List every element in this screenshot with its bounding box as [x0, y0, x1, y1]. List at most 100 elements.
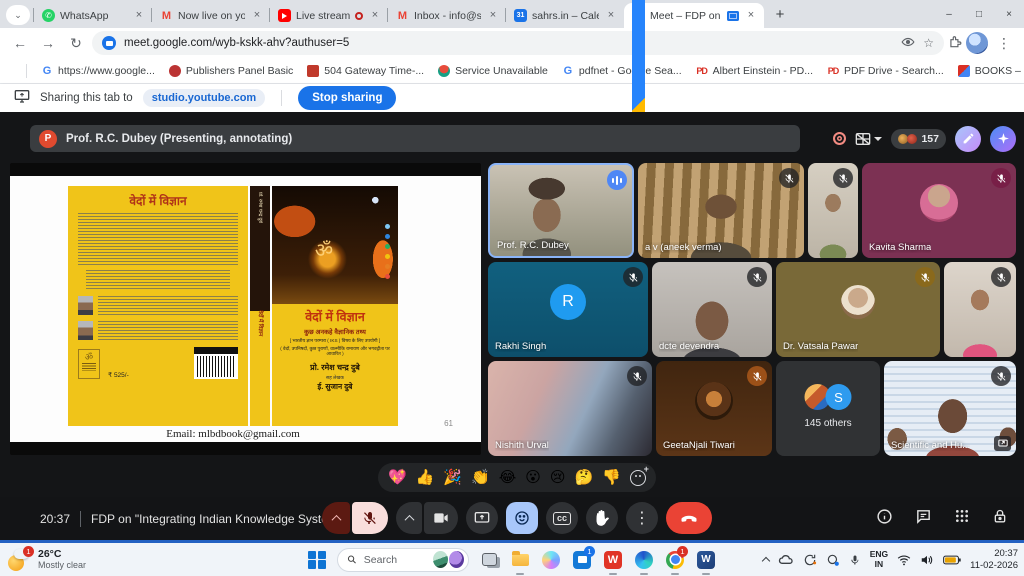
tray-overflow-chevron[interactable]	[763, 555, 769, 564]
tile-scientific-and-hu[interactable]: Scientific and Hu...	[884, 361, 1016, 456]
camera-button[interactable]	[424, 502, 458, 534]
tab-calendar[interactable]: 31 sahrs.in – Calendar - Wedn ×	[506, 3, 624, 28]
language-indicator[interactable]: ENG IN	[870, 550, 888, 569]
bookmark-504[interactable]: 504 Gateway Time-...	[307, 65, 424, 77]
task-view-button[interactable]	[478, 549, 500, 571]
tab-meet-active[interactable]: Meet – FDP on "Integr ×	[624, 3, 764, 28]
reaction-heart[interactable]: 💖	[388, 470, 407, 485]
onedrive-icon[interactable]	[778, 554, 794, 566]
annotate-pen-button[interactable]	[955, 126, 981, 152]
close-window-button[interactable]: ×	[994, 9, 1024, 20]
mic-off-button[interactable]	[352, 502, 388, 534]
profile-avatar[interactable]	[966, 32, 988, 54]
bookmark-google[interactable]: Ghttps://www.google...	[41, 65, 155, 77]
url-field[interactable]: meet.google.com/wyb-kskk-ahv?authuser=5 …	[92, 31, 944, 55]
raise-hand-button[interactable]: ✋	[586, 502, 618, 534]
site-icon	[169, 65, 181, 77]
stop-sharing-button[interactable]: Stop sharing	[298, 86, 396, 110]
word-button[interactable]: W	[695, 549, 717, 571]
bookmark-einstein[interactable]: PDAlbert Einstein - PD...	[696, 65, 813, 77]
reaction-cry[interactable]: 😢	[550, 470, 566, 485]
more-options-button[interactable]: ⋮	[626, 502, 658, 534]
tab-inbox[interactable]: M Inbox - info@sahrs.in - sah ×	[388, 3, 506, 28]
tray-clock[interactable]: 20:37 11-02-2026	[970, 548, 1018, 571]
reaction-laugh[interactable]: 😂	[499, 470, 517, 485]
participants-count-pill[interactable]: 157	[891, 129, 946, 149]
tile-rakhi-singh[interactable]: R Rakhi Singh	[488, 262, 648, 357]
back-button[interactable]: ←	[8, 31, 32, 55]
update-sync-icon[interactable]	[803, 553, 817, 567]
bookmark-service-unavailable[interactable]: Service Unavailable	[438, 65, 548, 77]
close-tab-icon[interactable]: ×	[486, 9, 500, 23]
reaction-clap[interactable]: 👏	[471, 470, 490, 485]
present-button[interactable]	[466, 502, 498, 534]
end-call-button[interactable]	[666, 502, 712, 534]
taskbar-search[interactable]	[337, 548, 469, 572]
wifi-icon[interactable]	[897, 554, 911, 566]
tab-whatsapp[interactable]: ✆ WhatsApp ×	[34, 3, 152, 28]
microsoft-store-button[interactable]: 1	[571, 549, 593, 571]
captions-button[interactable]: cc	[546, 502, 578, 534]
tile-aneek-verma[interactable]: a v (aneek verma)	[638, 163, 804, 258]
tab-search-button[interactable]: ⌄	[6, 5, 30, 25]
reaction-think[interactable]: 🤔	[575, 470, 594, 485]
start-button[interactable]	[306, 549, 328, 571]
add-reaction-icon[interactable]	[630, 470, 646, 486]
eye-icon[interactable]	[901, 35, 915, 52]
reaction-thumbs-down[interactable]: 👎	[602, 470, 621, 485]
file-explorer-button[interactable]	[509, 549, 531, 571]
tile-others-overflow[interactable]: S 145 others	[776, 361, 880, 456]
reactions-button[interactable]	[506, 502, 538, 534]
battery-icon[interactable]	[943, 555, 961, 565]
weather-widget[interactable]: 1 26°C Mostly clear	[8, 548, 86, 570]
tab-now-live[interactable]: M Now live on your channel: ×	[152, 3, 270, 28]
maximize-button[interactable]: □	[964, 9, 994, 20]
edge-button[interactable]	[633, 549, 655, 571]
tile-geetanjali-tiwari[interactable]: GeetaNjali Tiwari	[656, 361, 772, 456]
tab-live-streaming[interactable]: Live streaming - YouTu ×	[270, 3, 388, 28]
teams-meet-icon[interactable]	[826, 553, 840, 567]
bookmark-pdfnet[interactable]: Gpdfnet - Google Sea...	[562, 65, 682, 77]
browser-menu-icon[interactable]: ⋮	[992, 31, 1016, 55]
camera-options-chevron[interactable]	[396, 502, 422, 534]
chrome-button[interactable]: 1	[664, 549, 686, 571]
refresh-button[interactable]: ↻	[64, 31, 88, 55]
tile-dr-vatsala-pawar[interactable]: Dr. Vatsala Pawar	[776, 262, 940, 357]
forward-button[interactable]: →	[36, 31, 60, 55]
mic-options-chevron[interactable]	[322, 502, 350, 534]
reaction-party[interactable]: 🎉	[443, 470, 462, 485]
host-controls-lock-button[interactable]	[992, 508, 1008, 530]
chat-button[interactable]	[915, 508, 932, 530]
bookmark-pdf-drive[interactable]: PDPDF Drive - Search...	[827, 65, 944, 77]
info-button[interactable]	[876, 508, 893, 530]
close-tab-icon[interactable]: ×	[250, 9, 264, 23]
meeting-info: 20:37 FDP on "Integrating Indian Knowled…	[40, 497, 351, 540]
tile-nishith-urval[interactable]: Nishith Urval	[488, 361, 652, 456]
activities-grid-button[interactable]	[954, 508, 970, 529]
close-tab-icon[interactable]: ×	[368, 9, 382, 23]
tile-prof-rc-dubey[interactable]: Prof. R.C. Dubey	[488, 163, 634, 258]
tile-kavita-sharma[interactable]: Kavita Sharma	[862, 163, 1016, 258]
minimize-button[interactable]: –	[934, 9, 964, 20]
reaction-surprise[interactable]: 😮	[525, 470, 541, 485]
tile-participant[interactable]	[808, 163, 858, 258]
layout-dropdown[interactable]	[855, 132, 882, 146]
bookmark-books-csir[interactable]: BOOKS – CSIR-NET...	[958, 65, 1024, 77]
copilot-button[interactable]	[540, 549, 562, 571]
tray-mic-icon[interactable]	[849, 553, 861, 567]
new-tab-button[interactable]: +	[768, 2, 792, 26]
extensions-icon[interactable]	[948, 35, 962, 52]
wps-office-button[interactable]: W	[602, 549, 624, 571]
bookmark-publishers-panel[interactable]: Publishers Panel Basic	[169, 65, 293, 77]
search-input[interactable]	[362, 553, 428, 567]
close-tab-icon[interactable]: ×	[132, 9, 146, 23]
reaction-thumbs-up[interactable]: 👍	[416, 470, 435, 485]
tab-groups-icon[interactable]	[10, 64, 12, 78]
tile-dcte-devendra[interactable]: dcte devendra	[652, 262, 772, 357]
bookmark-star-icon[interactable]: ☆	[923, 36, 934, 50]
close-tab-icon[interactable]: ×	[744, 9, 758, 23]
gemini-sparkle-button[interactable]	[990, 126, 1016, 152]
close-tab-icon[interactable]: ×	[604, 9, 618, 23]
volume-icon[interactable]	[920, 554, 934, 566]
tile-participant[interactable]	[944, 262, 1016, 357]
